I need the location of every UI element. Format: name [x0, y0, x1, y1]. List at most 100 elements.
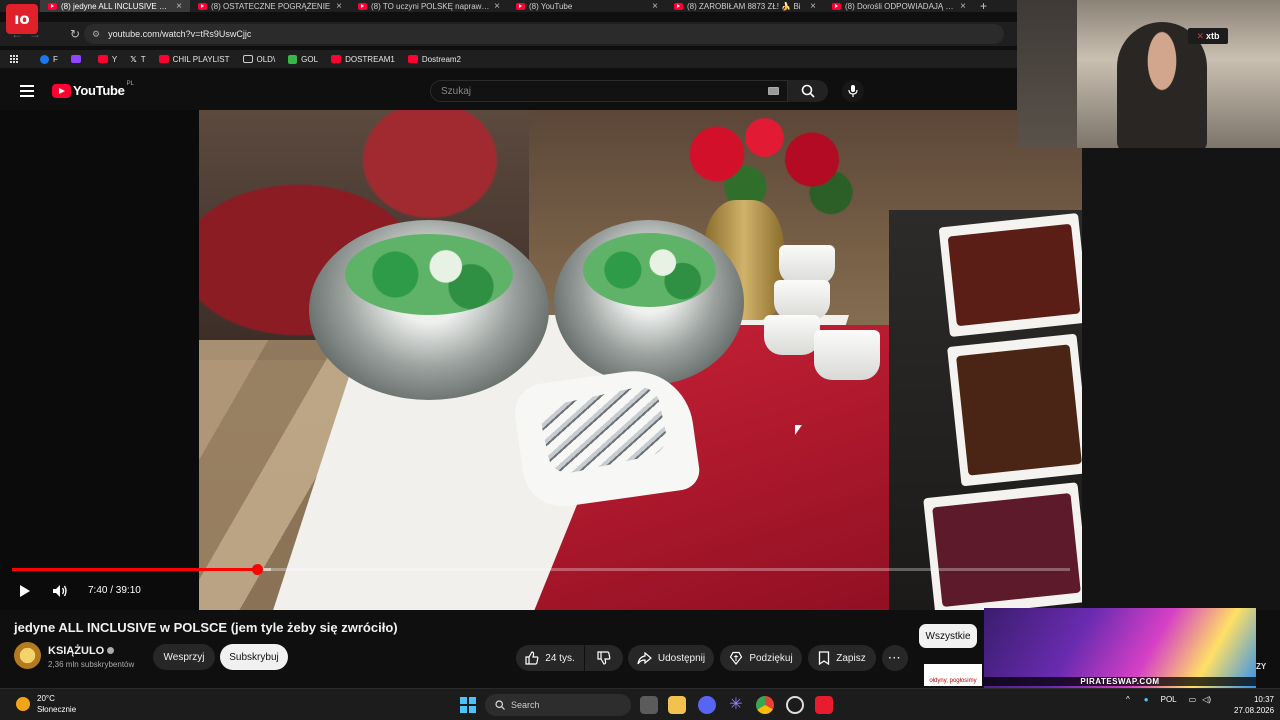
bookmark-chil-playlist[interactable]: CHIL PLAYLIST [158, 55, 230, 64]
tab-0[interactable]: (8) jedyne ALL INCLUSIVE w PO × [40, 0, 190, 12]
system-tray: ^ ● POL ▭ ◁) [1126, 695, 1211, 704]
channel-avatar[interactable] [14, 642, 41, 669]
subscribe-button[interactable]: Subskrybuj [220, 644, 288, 670]
more-icon: ··· [888, 652, 902, 664]
keyboard-icon[interactable] [768, 87, 779, 95]
video-frame[interactable] [199, 110, 1082, 610]
chip-all[interactable]: Wszystkie [919, 624, 977, 648]
url-field[interactable]: ⚙ youtube.com/watch?v=tRs9UswCjjc [84, 24, 1004, 44]
facebook-icon [40, 54, 49, 64]
tab-5[interactable]: (8) Dorośli ODPOWIADAJĄ na p × [824, 0, 974, 12]
video-scene-bowl [309, 220, 549, 400]
clock-date: 27.08.2026 [1234, 706, 1275, 715]
bookmark-f[interactable]: F [40, 54, 58, 64]
volume-icon [53, 585, 67, 597]
edge-text: ZY [1256, 662, 1267, 671]
bookmark-label: F [53, 54, 58, 64]
network-icon[interactable]: ▭ [1189, 695, 1197, 704]
bookmark-twitch[interactable] [70, 55, 85, 63]
tab-4[interactable]: (8) ZAROBIŁAM 8873 ZŁ! 🍌 Bi × [666, 0, 824, 12]
video-scene-cup [814, 330, 880, 380]
youtube-favicon-icon [832, 2, 841, 10]
bookmark-dostream1[interactable]: DOSTREAM1 [331, 55, 395, 64]
youtube-logo[interactable]: YouTube PL [52, 81, 134, 98]
bookmark-y[interactable]: Y [97, 54, 118, 64]
bookmark-dostream2[interactable]: Dostream2 [407, 54, 461, 64]
tab-title: (8) ZAROBIŁAM 8873 ZŁ! 🍌 Bi [687, 1, 801, 11]
close-icon[interactable]: × [336, 1, 342, 12]
youtube-play-icon [52, 83, 71, 98]
x-icon: 𝕏 [130, 54, 137, 64]
close-icon[interactable]: × [652, 1, 658, 12]
like-button[interactable]: 24 tys. [516, 645, 584, 671]
bookmarks-bar: F Y 𝕏T CHIL PLAYLIST OLD\ GOL DOSTREAM1 … [0, 50, 1017, 68]
volume-tray-icon[interactable]: ◁) [1202, 695, 1211, 704]
tab-title: (8) OSTATECZNE POGRĄŻENIE [211, 1, 331, 11]
chrome-icon[interactable] [756, 696, 774, 714]
video-player[interactable] [0, 110, 1082, 610]
video-scene-cup [779, 245, 835, 285]
mute-button[interactable] [50, 582, 70, 600]
tab-1[interactable]: (8) OSTATECZNE POGRĄŻENIE × [190, 0, 350, 12]
apps-grid-icon[interactable] [10, 55, 18, 63]
more-actions-button[interactable]: ··· [882, 645, 908, 671]
obs-icon[interactable] [786, 696, 804, 714]
close-icon[interactable]: × [176, 1, 182, 12]
bookmark-label: Dostream2 [421, 54, 461, 64]
channel-name[interactable]: KSIĄŻULO [48, 645, 115, 657]
app-red-icon[interactable] [815, 696, 833, 714]
dislike-button[interactable] [585, 645, 623, 671]
weather-widget[interactable]: 20°C Słonecznie [16, 693, 76, 715]
search-icon [495, 700, 505, 710]
temperature: 20°C [37, 694, 55, 703]
thanks-icon [730, 651, 743, 665]
address-bar: ← → ↻ ⚙ youtube.com/watch?v=tRs9UswCjjc [0, 22, 1017, 46]
discord-icon[interactable] [698, 696, 716, 714]
windows-start-icon[interactable] [460, 697, 476, 713]
time-display: 7:40 / 39:10 [88, 585, 141, 596]
bookmark-label: Y [111, 54, 118, 64]
new-tab-icon[interactable]: + [980, 0, 987, 12]
tab-bar: (8) jedyne ALL INCLUSIVE w PO × (8) OSTA… [0, 0, 1017, 12]
close-icon[interactable]: × [810, 1, 816, 12]
bookmark-label: OLD\ [256, 54, 276, 64]
support-button[interactable]: Wesprzyj [153, 644, 215, 670]
app-sparkle-icon[interactable]: ✳ [727, 696, 745, 714]
tab-2[interactable]: (8) TO uczyni POLSKĘ naprawdę × [350, 0, 508, 12]
search-input[interactable]: Szukaj [430, 80, 788, 102]
close-icon[interactable]: × [494, 1, 500, 12]
share-button[interactable]: Udostępnij [628, 645, 714, 671]
thanks-button[interactable]: Podziękuj [720, 645, 802, 671]
mic-tray-icon[interactable]: ● [1144, 695, 1149, 704]
play-button[interactable] [16, 582, 34, 600]
language-indicator[interactable]: POL [1161, 695, 1177, 704]
bookmark-old[interactable]: OLD\ [242, 54, 276, 64]
save-button[interactable]: Zapisz [808, 645, 876, 671]
tab-3[interactable]: (8) YouTube × [508, 0, 666, 12]
clock-time: 10:37 [1253, 695, 1274, 704]
clock[interactable]: 10:37 27.08.2026 [1234, 694, 1274, 716]
ad-banner: PIRATESWAP.COM [984, 608, 1256, 688]
mouse-cursor [795, 425, 802, 435]
webcam-shelf [1017, 0, 1077, 148]
chevron-up-icon[interactable]: ^ [1126, 695, 1130, 704]
thumbs-down-icon [597, 651, 611, 665]
subscriber-count: 2,36 mln subskrybentów [48, 660, 135, 669]
reload-icon[interactable]: ↻ [66, 27, 84, 41]
search-button[interactable] [788, 80, 828, 102]
video-scene-bowl [554, 220, 744, 385]
voice-search-button[interactable] [842, 80, 864, 102]
bookmark-gol[interactable]: GOL [288, 54, 318, 64]
menu-icon[interactable] [20, 85, 34, 97]
url-text: youtube.com/watch?v=tRs9UswCjjc [108, 29, 252, 39]
site-info-icon[interactable]: ⚙ [92, 29, 100, 40]
taskbar-search-label: Search [511, 700, 540, 710]
small-ad-text: ołdyny, pogłosimy [929, 678, 977, 684]
progress-bar[interactable] [12, 564, 1070, 575]
close-icon[interactable]: × [960, 1, 966, 12]
bookmark-label: T [140, 54, 146, 64]
task-view-icon[interactable] [640, 696, 658, 714]
taskbar-search[interactable]: Search [485, 694, 631, 716]
bookmark-t[interactable]: 𝕏T [130, 55, 145, 64]
file-explorer-icon[interactable] [668, 696, 686, 714]
